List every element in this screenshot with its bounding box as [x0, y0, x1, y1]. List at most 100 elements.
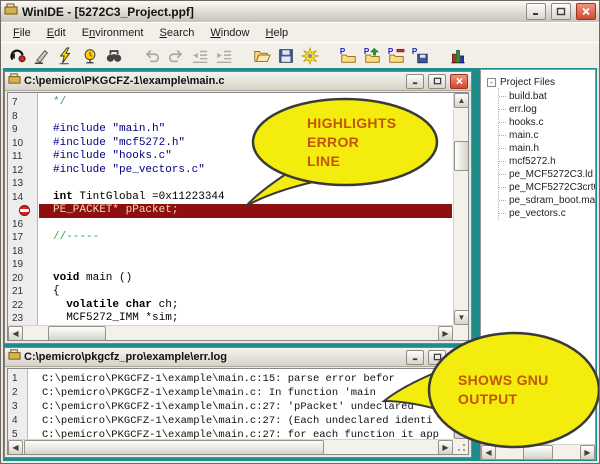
editor-vscrollbar[interactable]: ▲ ▼ [453, 93, 468, 325]
svg-text:P: P [412, 47, 418, 56]
line-number: 23 [8, 312, 37, 325]
open-file-icon[interactable] [251, 45, 273, 67]
line-number [8, 204, 37, 218]
editor-maximize-button[interactable] [428, 74, 446, 89]
menu-environment[interactable]: Environment [74, 25, 152, 41]
project-tree-root[interactable]: - Project Files [487, 77, 595, 88]
project-open-icon[interactable]: P [337, 45, 359, 67]
tree-item-label: hooks.c [509, 117, 543, 128]
editor-minimize-button[interactable] [406, 74, 424, 89]
minimize-button[interactable] [526, 3, 546, 20]
project-tree-root-label: Project Files [500, 77, 555, 88]
line-number: 14 [8, 191, 37, 205]
save-file-icon[interactable] [275, 45, 297, 67]
line-number: 18 [8, 245, 37, 259]
programmer-utility-icon[interactable] [79, 45, 101, 67]
maximize-button[interactable] [551, 3, 571, 20]
tree-item-build.bat[interactable]: build.bat [499, 90, 595, 103]
line-number: 7 [8, 96, 37, 110]
flash-programmer-icon[interactable] [55, 45, 77, 67]
error-marker-icon[interactable] [19, 205, 30, 216]
toolbar: PPPP [1, 42, 599, 70]
log-line-number: 2 [8, 386, 27, 400]
project-tree-items: build.bat err.log hooks.c main.cmain.hmcf52… [498, 88, 595, 220]
menu-window[interactable]: Window [202, 25, 257, 41]
line-number: 21 [8, 285, 37, 299]
unindent-icon [189, 45, 211, 67]
errlog-gutter: 12345 [8, 369, 28, 439]
code-line-21: { [39, 285, 452, 299]
tree-item-pe_sdram_boot.mac[interactable]: pe_sdram_boot.mac [499, 194, 595, 207]
in-circuit-debug-icon[interactable] [31, 45, 53, 67]
line-number: 19 [8, 258, 37, 272]
callout-gnu-text: SHOWS GNUOUTPUT [458, 371, 549, 409]
app-icon [4, 2, 18, 21]
menu-help[interactable]: Help [258, 25, 297, 41]
callout-gnu-output: SHOWS GNUOUTPUT [376, 329, 600, 454]
menu-search[interactable]: Search [151, 25, 202, 41]
errlog-hscroll-thumb[interactable] [24, 440, 324, 455]
tree-item-label: mcf5272.h [509, 156, 556, 167]
line-number: 22 [8, 299, 37, 313]
tree-connector [499, 135, 506, 136]
line-number: 20 [8, 272, 37, 286]
line-number: 17 [8, 231, 37, 245]
line-number: 13 [8, 177, 37, 191]
tree-connector [499, 213, 506, 214]
tree-item-label: build.bat [509, 91, 547, 102]
line-number: 12 [8, 164, 37, 178]
mdi-client-area: - Project Files build.bat err.log hooks.c m… [3, 68, 597, 461]
collapse-icon[interactable]: - [487, 78, 496, 87]
window-title: WinIDE - [5272C3_Project.ppf] [22, 5, 521, 19]
editor-title: C:\pemicro\PKGCFZ-1\example\main.c [24, 75, 402, 87]
tree-item-label: pe_vectors.c [509, 208, 566, 219]
tree-item-label: pe_MCF5272C3crt0.s [509, 182, 595, 193]
tree-item-label: err.log [509, 104, 537, 115]
tree-connector [499, 96, 506, 97]
tree-item-pe_MCF5272C3.ld[interactable]: pe_MCF5272C3.ld [499, 168, 595, 181]
menu-file[interactable]: File [5, 25, 39, 41]
code-line-23: MCF5272_IMM *sim; [39, 312, 452, 325]
tree-connector [499, 161, 506, 162]
project-add-icon[interactable]: P [361, 45, 383, 67]
document-icon [8, 72, 21, 90]
tree-item-pe_MCF5272C3crt0.s[interactable]: pe_MCF5272C3crt0.s [499, 181, 595, 194]
tree-item-hooks.c[interactable]: hooks.c [499, 116, 595, 129]
editor-scroll-down-icon[interactable]: ▼ [454, 310, 469, 325]
tree-item-label: main.c [509, 130, 538, 141]
debugger-icon[interactable] [7, 45, 29, 67]
code-line-20: void main () [39, 272, 452, 286]
editor-scroll-left-icon[interactable]: ◀ [8, 326, 23, 341]
tree-connector [499, 122, 506, 123]
redo-icon [165, 45, 187, 67]
tree-item-err.log[interactable]: err.log [499, 103, 595, 116]
editor-titlebar[interactable]: C:\pemicro\PKGCFZ-1\example\main.c [5, 72, 471, 91]
line-number: 11 [8, 150, 37, 164]
project-remove-icon[interactable]: P [385, 45, 407, 67]
code-line-16 [39, 218, 452, 232]
errlog-scroll-left-icon[interactable]: ◀ [8, 440, 23, 455]
tree-item-main.c[interactable]: main.c [499, 129, 595, 142]
menu-bar: FileEditEnvironmentSearchWindowHelp [1, 22, 599, 43]
code-line-22: volatile char ch; [39, 299, 452, 313]
line-number: 8 [8, 110, 37, 124]
editor-hscroll-thumb[interactable] [48, 326, 106, 341]
main-titlebar[interactable]: WinIDE - [5272C3_Project.ppf] [1, 1, 599, 23]
tree-connector [499, 200, 506, 201]
editor-close-button[interactable] [450, 74, 468, 89]
statistics-chart-icon[interactable] [447, 45, 469, 67]
document-icon [8, 348, 21, 366]
tree-item-main.h[interactable]: main.h [499, 142, 595, 155]
close-button[interactable] [576, 3, 596, 20]
tree-item-mcf5272.h[interactable]: mcf5272.h [499, 155, 595, 168]
editor-scroll-up-icon[interactable]: ▲ [454, 93, 469, 108]
editor-gutter: 78910111213141617181920212223 [8, 93, 38, 325]
project-save-icon[interactable]: P [409, 45, 431, 67]
editor-vscroll-thumb[interactable] [454, 141, 469, 171]
compile-icon[interactable] [299, 45, 321, 67]
callout-highlight-text: HIGHLIGHTSERRORLINE [307, 114, 396, 171]
line-number: 9 [8, 123, 37, 137]
menu-edit[interactable]: Edit [39, 25, 74, 41]
search-binoculars-icon[interactable] [103, 45, 125, 67]
tree-item-pe_vectors.c[interactable]: pe_vectors.c [499, 207, 595, 220]
